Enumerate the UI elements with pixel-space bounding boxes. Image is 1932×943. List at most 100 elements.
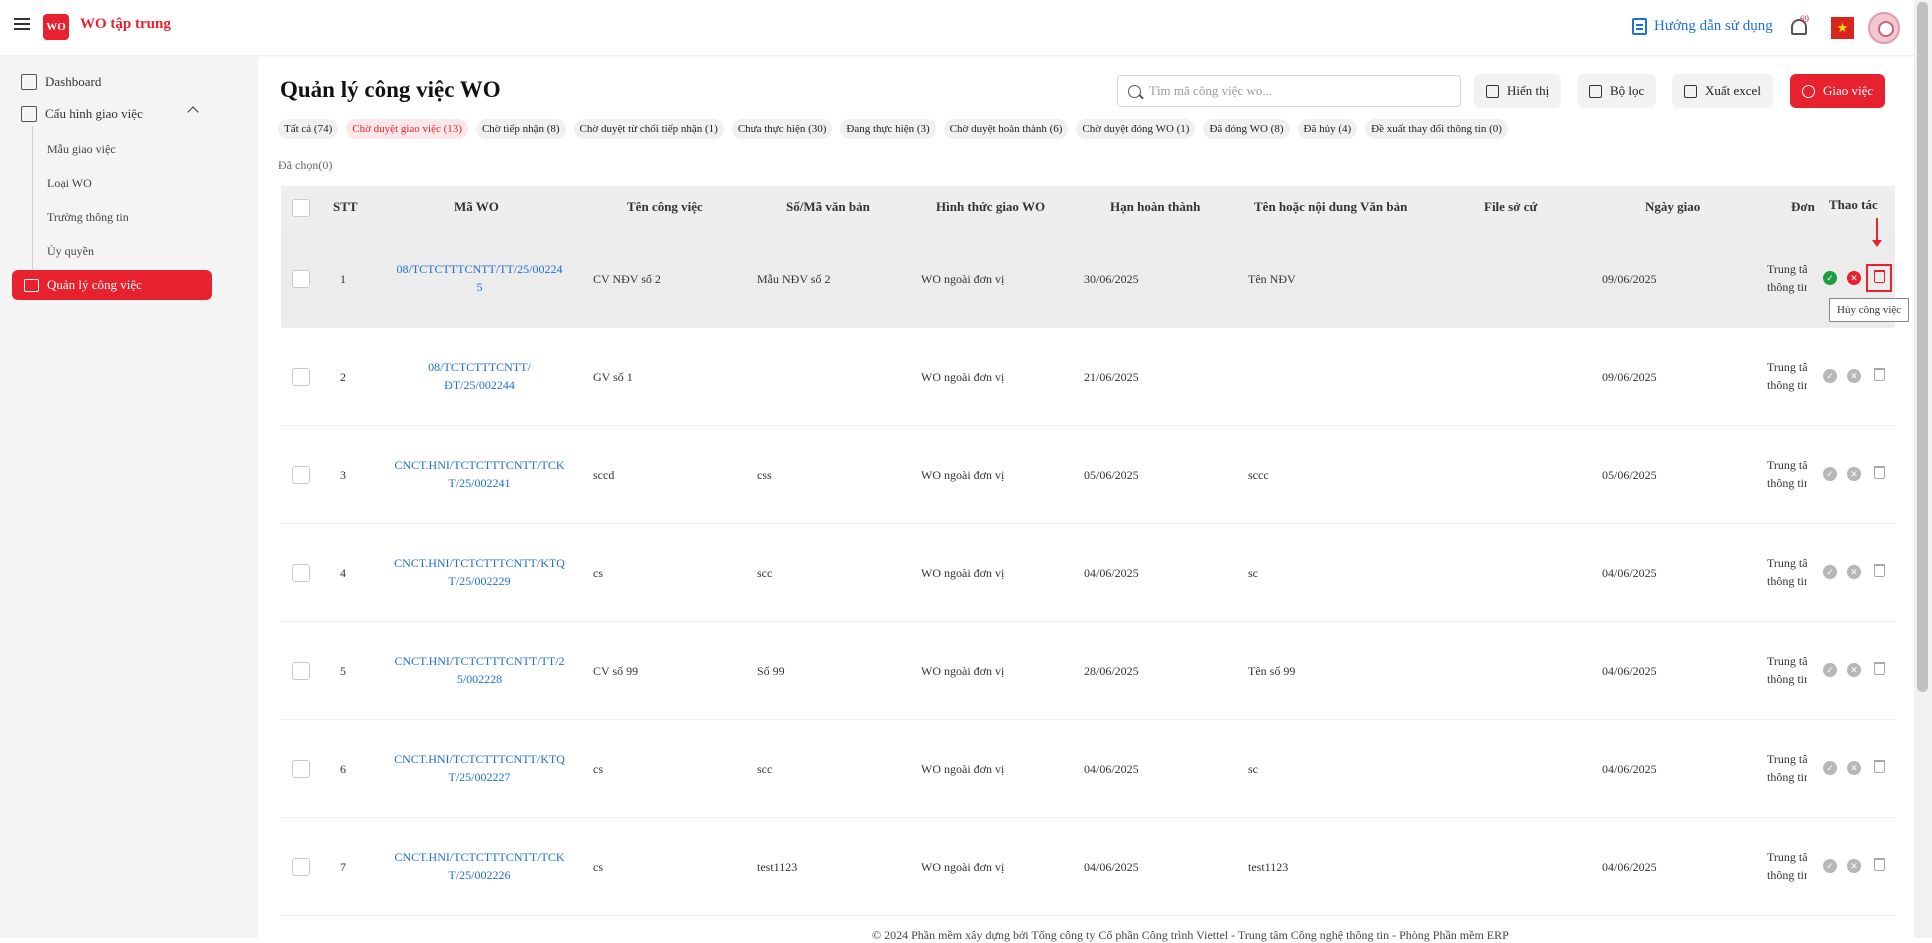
vietnam-flag-icon[interactable]: ★ [1831,17,1854,39]
delete-icon[interactable] [1874,466,1885,479]
status-tab[interactable]: Đề xuất thay đổi thông tin (0) [1365,119,1508,139]
wo-code-link[interactable]: CNCT.HNI/TCTCTTTCNTT/KTQ T/25/002227 [377,750,582,786]
display-button[interactable]: Hiển thị [1474,74,1562,108]
delete-icon[interactable] [1874,662,1885,675]
column-header[interactable]: STT [333,199,358,215]
status-tab[interactable]: Tất cả (74) [278,119,339,139]
cell-unit: Trung tâm [1767,556,1807,570]
wo-code-link[interactable]: CNCT.HNI/TCTCTTTCNTT/TT/2 5/002228 [377,652,582,688]
status-tab[interactable]: Đã đóng WO (8) [1203,119,1290,139]
row-checkbox[interactable] [292,270,310,288]
wo-code-link[interactable]: CNCT.HNI/TCTCTTTCNTT/KTQ T/25/002229 [377,554,582,590]
user-avatar[interactable] [1868,12,1900,44]
cell-unit: Trung tâm [1767,752,1807,766]
approve-icon[interactable]: ✓ [1823,663,1837,677]
status-tab[interactable]: Đang thực hiện (3) [840,119,936,139]
filter-button[interactable]: Bộ lọc [1577,74,1657,108]
column-header[interactable]: Đơn [1791,199,1815,215]
row-checkbox[interactable] [292,466,310,484]
assign-work-button[interactable]: Giao việc [1790,74,1886,108]
sidebar-item-work-management[interactable]: Quản lý công việc [12,270,212,300]
display-button-label: Hiển thị [1507,83,1550,98]
notification-bell-icon[interactable]: 69 [1788,14,1810,40]
cell-stt: 3 [340,468,346,482]
delete-icon[interactable] [1874,564,1885,577]
hamburger-menu-icon[interactable] [14,16,30,32]
sidebar-subitem-wo-types[interactable]: Loại WO [47,176,92,191]
cell-unit: thông tin [1767,672,1807,686]
wo-code-link[interactable]: CNCT.HNI/TCTCTTTCNTT/TCK T/25/002226 [377,848,582,884]
status-tab[interactable]: Chờ duyệt đóng WO (1) [1076,119,1196,139]
export-excel-button[interactable]: Xuất excel [1672,74,1773,108]
approve-icon[interactable]: ✓ [1823,565,1837,579]
status-tab[interactable]: Đã hủy (4) [1297,119,1358,139]
wo-code-line: ĐT/25/002244 [444,378,515,392]
delete-icon[interactable] [1874,368,1885,381]
scrollbar-thumb[interactable] [1917,2,1928,692]
sidebar-subitem-fields[interactable]: Trường thông tin [47,210,129,225]
delete-icon[interactable] [1874,858,1885,871]
wo-code-link[interactable]: 08/TCTCTTTCNTT/TT/25/00224 5 [377,260,582,296]
column-header[interactable]: Mã WO [454,199,499,215]
column-header[interactable]: Hạn hoàn thành [1110,199,1200,215]
cell-unit: Trung tâm [1767,360,1807,374]
cell-assign-form: WO ngoài đơn vị [921,860,1005,874]
table-row[interactable]: 6 cs scc WO ngoài đơn vị 04/06/2025 sc 04/06/2… [281,720,1895,818]
sidebar-item-dashboard[interactable]: Dashboard [21,74,101,90]
reject-icon[interactable]: ✕ [1847,271,1861,285]
wo-code-link[interactable]: CNCT.HNI/TCTCTTTCNTT/TCK T/25/002241 [377,456,582,492]
row-checkbox[interactable] [292,368,310,386]
column-header[interactable]: Hình thức giao WO [936,199,1045,215]
cell-assigned-date: 04/06/2025 [1602,664,1657,678]
sidebar-item-config[interactable]: Cấu hình giao việc [21,106,143,122]
reject-icon[interactable]: ✕ [1847,467,1861,481]
reject-icon[interactable]: ✕ [1847,761,1861,775]
column-header[interactable]: Số/Mã văn bản [786,199,870,215]
reject-icon[interactable]: ✕ [1847,565,1861,579]
cell-unit: Trung tâm [1767,654,1807,668]
row-checkbox[interactable] [292,662,310,680]
delete-icon[interactable] [1874,760,1885,773]
row-checkbox[interactable] [292,564,310,582]
help-link[interactable]: Hướng dẫn sử dụng [1632,18,1773,35]
reject-icon[interactable]: ✕ [1847,369,1861,383]
sidebar-subitem-delegation[interactable]: Ủy quyền [47,244,94,259]
column-header[interactable]: Ngày giao [1645,199,1700,215]
approve-icon[interactable]: ✓ [1823,271,1837,285]
approve-icon[interactable]: ✓ [1823,369,1837,383]
column-header[interactable]: File sở cứ [1484,199,1537,215]
status-tab[interactable]: Chờ tiếp nhận (8) [475,119,566,139]
table-row[interactable]: 1 CV NĐV số 2 Mẫu NĐV số 2 WO ngoài đơn vị 3… [281,230,1895,328]
status-tab[interactable]: Chờ duyệt hoàn thành (6) [943,119,1069,139]
status-tab[interactable]: Chưa thực hiện (30) [731,119,833,139]
annotation-arrow [1872,218,1882,247]
cell-unit: Trung tâm [1767,458,1807,472]
select-all-checkbox[interactable] [292,199,310,217]
table-row[interactable]: 5 CV số 99 Số 99 WO ngoài đơn vị 28/06/2025 T… [281,622,1895,720]
status-tab[interactable]: Chờ duyệt giao việc (13) [346,119,468,139]
reject-icon[interactable]: ✕ [1847,859,1861,873]
table-row[interactable]: 4 cs scc WO ngoài đơn vị 04/06/2025 sc 04/06/2… [281,524,1895,622]
status-tab[interactable]: Chờ duyệt từ chối tiếp nhận (1) [573,119,724,139]
cell-deadline: 04/06/2025 [1084,566,1139,580]
row-checkbox[interactable] [292,858,310,876]
row-checkbox[interactable] [292,760,310,778]
wo-code-line: CNCT.HNI/TCTCTTTCNTT/KTQ [394,556,565,570]
approve-icon[interactable]: ✓ [1823,761,1837,775]
search-box[interactable] [1117,75,1461,107]
search-input[interactable] [1149,83,1449,99]
column-header[interactable]: Tên công việc [627,199,703,215]
reject-icon[interactable]: ✕ [1847,663,1861,677]
approve-icon[interactable]: ✓ [1823,859,1837,873]
cell-doc-number: Số 99 [757,664,785,678]
table-row[interactable]: 2 GV số 1 WO ngoài đơn vị 21/06/2025 09/06/2… [281,328,1895,426]
cell-unit: thông tin [1767,770,1807,784]
table-row[interactable]: 7 cs test1123 WO ngoài đơn vị 04/06/2025 test… [281,818,1895,916]
vertical-scrollbar[interactable] [1914,0,1932,938]
wo-code-link[interactable]: 08/TCTCTTTCNTT/ĐT/25/002244 [377,358,582,394]
table-row[interactable]: 3 sccd css WO ngoài đơn vị 05/06/2025 sccc 05/… [281,426,1895,524]
sidebar-subitem-templates[interactable]: Mẫu giao việc [47,142,116,157]
wo-code-line: T/25/002226 [448,868,511,882]
column-header[interactable]: Tên hoặc nội dung Văn bản [1254,199,1407,215]
approve-icon[interactable]: ✓ [1823,467,1837,481]
